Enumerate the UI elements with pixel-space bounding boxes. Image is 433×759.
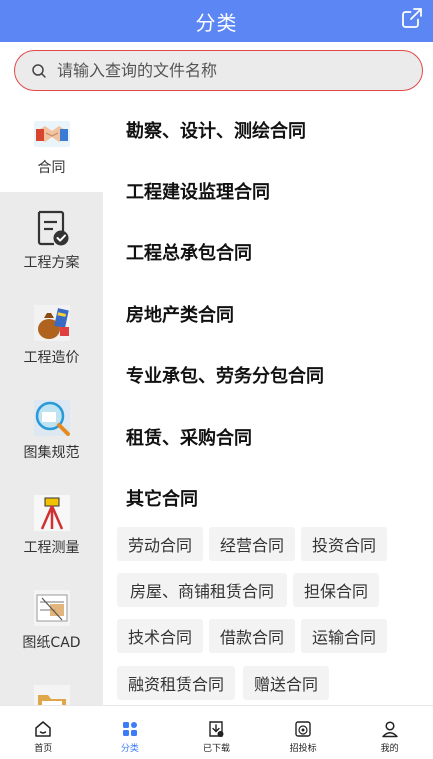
bid-target-icon [295, 721, 311, 737]
handshake-icon [33, 121, 70, 147]
nav-label: 我的 [380, 744, 399, 754]
category-title[interactable]: 专业承包、劳务分包合同 [126, 362, 324, 388]
search-input[interactable] [57, 61, 397, 80]
magnifier-book-icon [33, 400, 70, 436]
bottom-nav: 首页 分类 已下载 招投标 我的 [0, 705, 433, 759]
sidebar-item-drawing-cad[interactable]: 图纸CAD [0, 572, 103, 667]
category-content: 勘察、设计、测绘合同 工程建设监理合同 工程总承包合同 房地产类合同 专业承包、… [103, 97, 433, 705]
nav-label: 首页 [34, 744, 53, 754]
nav-item-downloaded[interactable]: 已下载 [173, 706, 260, 759]
tag-chip[interactable]: 劳动合同 [117, 527, 203, 561]
nav-item-home[interactable]: 首页 [0, 706, 87, 759]
nav-item-category[interactable]: 分类 [87, 706, 174, 759]
category-title[interactable]: 工程建设监理合同 [126, 178, 270, 204]
page-title: 分类 [195, 10, 238, 35]
search-bar[interactable] [14, 50, 423, 91]
money-bag-icon [33, 305, 70, 341]
nav-label: 分类 [120, 744, 139, 754]
sidebar-item-label: 图纸CAD [22, 635, 81, 651]
tag-chip[interactable]: 担保合同 [293, 573, 379, 607]
nav-label: 招投标 [289, 744, 317, 754]
user-icon [381, 721, 398, 738]
category-title[interactable]: 租赁、采购合同 [126, 424, 252, 450]
category-title[interactable]: 其它合同 [126, 485, 198, 511]
tag-chip[interactable]: 房屋、商铺租赁合同 [117, 573, 287, 607]
nav-label: 已下载 [202, 744, 230, 754]
sidebar-item-label: 图集规范 [23, 445, 80, 461]
header-bar: 分类 [0, 0, 433, 42]
sidebar-item-atlas-spec[interactable]: 图集规范 [0, 382, 103, 477]
nav-item-mine[interactable]: 我的 [346, 706, 433, 759]
tag-chip[interactable]: 赠送合同 [243, 666, 329, 700]
folder-icon [33, 685, 70, 705]
sidebar-item-label: 工程测量 [23, 540, 80, 556]
sidebar-item-engineering-cost[interactable]: 工程造价 [0, 287, 103, 382]
tag-chip[interactable]: 技术合同 [117, 619, 203, 653]
category-title[interactable]: 勘察、设计、测绘合同 [126, 117, 306, 143]
download-icon [209, 721, 224, 737]
document-check-icon [37, 210, 68, 246]
sidebar-item-contract[interactable]: 合同 [0, 97, 103, 192]
app-root: 分类 合同 [0, 0, 433, 759]
category-title[interactable]: 房地产类合同 [126, 301, 234, 327]
sidebar-item-surveying[interactable]: 工程测量 [0, 477, 103, 572]
blueprint-icon [33, 590, 70, 626]
category-grid-icon [122, 722, 137, 736]
share-icon[interactable] [401, 7, 423, 29]
sidebar-item-label: 工程造价 [23, 350, 80, 366]
search-icon [32, 63, 46, 78]
home-icon [35, 721, 52, 737]
category-sidebar: 合同 工程方案 工程造价 图集规范 工程测量 图纸CAD [0, 97, 103, 705]
tag-chip[interactable]: 融资租赁合同 [117, 666, 235, 700]
category-title[interactable]: 工程总承包合同 [126, 239, 252, 265]
tag-chip[interactable]: 运输合同 [301, 619, 387, 653]
tag-chip[interactable]: 经营合同 [209, 527, 295, 561]
tag-chip[interactable]: 投资合同 [301, 527, 387, 561]
survey-tripod-icon [33, 495, 70, 531]
tag-chip[interactable]: 借款合同 [209, 619, 295, 653]
sidebar-item-engineering-plan[interactable]: 工程方案 [0, 192, 103, 287]
sidebar-item-label: 合同 [37, 160, 66, 176]
nav-item-bidding[interactable]: 招投标 [260, 706, 347, 759]
sidebar-item-more[interactable] [0, 667, 103, 705]
sidebar-item-label: 工程方案 [23, 255, 80, 271]
